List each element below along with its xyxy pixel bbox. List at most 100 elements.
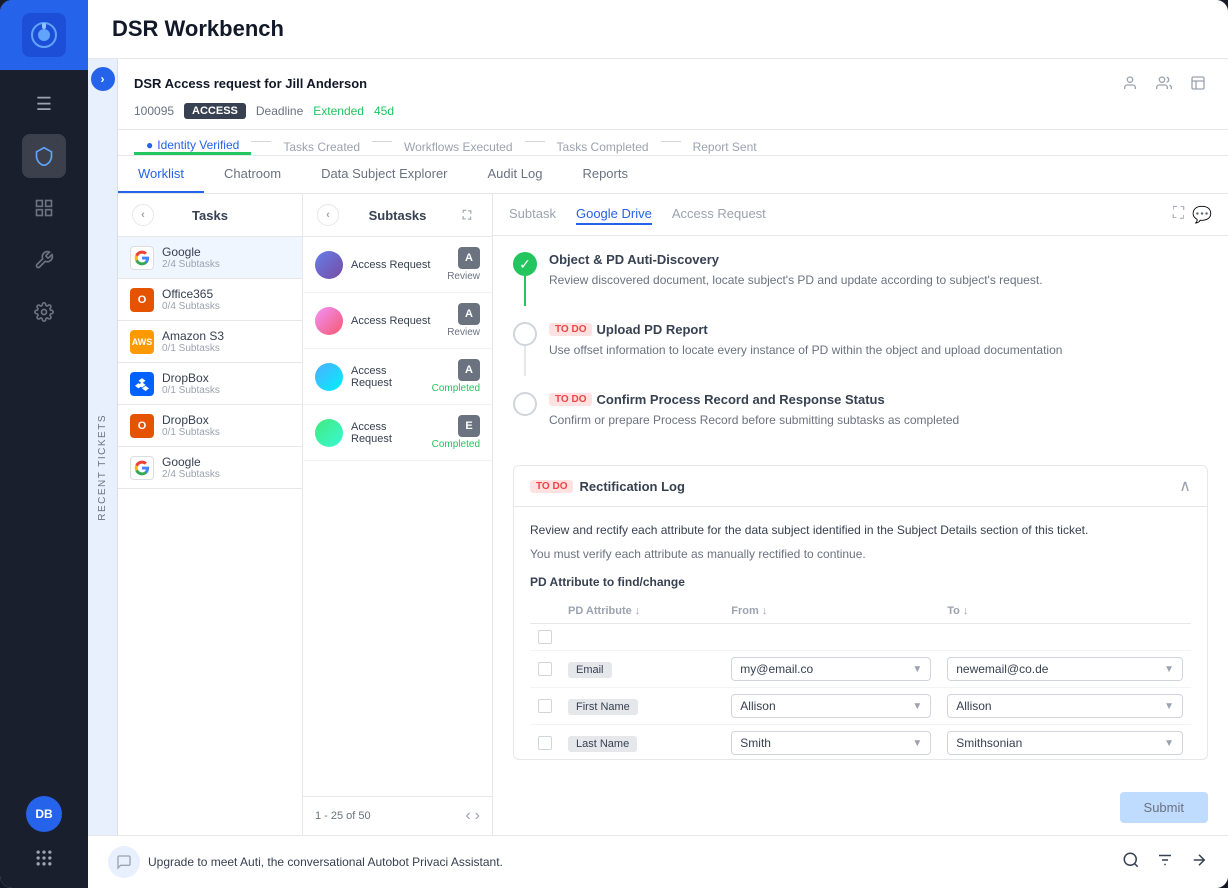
progress-tab-completed[interactable]: Tasks Completed bbox=[545, 132, 661, 154]
row3-checkbox[interactable] bbox=[538, 736, 552, 750]
ticket-header-actions bbox=[1116, 69, 1212, 97]
progress-tab-created[interactable]: Tasks Created bbox=[271, 132, 372, 154]
task-sub-dropbox-1: 0/1 Subtasks bbox=[162, 385, 220, 396]
filter-bottom-icon[interactable] bbox=[1156, 851, 1174, 874]
task-list: Google 2/4 Subtasks O bbox=[118, 237, 302, 835]
verified-dot: ● bbox=[146, 138, 153, 152]
row3-from-select[interactable]: Smith ▼ bbox=[731, 731, 931, 755]
task-item-google-1[interactable]: Google 2/4 Subtasks bbox=[118, 237, 302, 279]
subtask-name-4: Access Request bbox=[351, 421, 424, 445]
task-item-dropbox-2[interactable]: O DropBox 0/1 Subtasks bbox=[118, 405, 302, 447]
document-icon-btn[interactable] bbox=[1184, 69, 1212, 97]
comment-detail-icon[interactable]: 💬 bbox=[1192, 205, 1212, 225]
row1-from-select[interactable]: my@email.co ▼ bbox=[731, 657, 931, 681]
row3-to-select[interactable]: Smithsonian ▼ bbox=[947, 731, 1183, 755]
task-detail-item-1: ✓ Object & PD Auti-Discovery Review disc… bbox=[513, 252, 1208, 306]
subtask-item-3[interactable]: Access Request A Completed bbox=[303, 349, 492, 405]
task-detail-section: ✓ Object & PD Auti-Discovery Review disc… bbox=[493, 236, 1228, 465]
row2-from-select[interactable]: Allison ▼ bbox=[731, 694, 931, 718]
task-detail-item-3: TO DO Confirm Process Record and Respons… bbox=[513, 392, 1208, 429]
deadline-status: Extended bbox=[313, 104, 364, 118]
expand-tickets-btn[interactable]: › bbox=[91, 67, 115, 91]
col-from: From ↓ bbox=[723, 599, 939, 624]
task-detail-content-3: TO DO Confirm Process Record and Respons… bbox=[549, 392, 959, 429]
tasks-header: ‹ Tasks bbox=[118, 194, 302, 237]
collapse-rectification-btn[interactable]: ∧ bbox=[1179, 476, 1191, 496]
subtasks-prev-btn[interactable]: ‹ bbox=[465, 807, 470, 825]
rectification-desc: Review and rectify each attribute for th… bbox=[530, 521, 1191, 539]
submit-button[interactable]: Submit bbox=[1120, 792, 1208, 823]
tab-chatroom[interactable]: Chatroom bbox=[204, 156, 301, 193]
row2-checkbox[interactable] bbox=[538, 699, 552, 713]
sidebar-item-tools[interactable] bbox=[22, 238, 66, 282]
bottom-bar: Upgrade to meet Auti, the conversational… bbox=[88, 835, 1228, 888]
subtasks-next-btn[interactable]: › bbox=[475, 807, 480, 825]
row3-attr: Last Name bbox=[560, 725, 723, 761]
sidebar-item-dashboard[interactable] bbox=[22, 186, 66, 230]
users-icon-btn[interactable] bbox=[1150, 69, 1178, 97]
subtask-status-2: Review bbox=[447, 327, 480, 338]
person-icon-btn[interactable] bbox=[1116, 69, 1144, 97]
google-icon-2 bbox=[130, 456, 154, 480]
task-item-office[interactable]: O Office365 0/4 Subtasks bbox=[118, 279, 302, 321]
aws-icon: AWS bbox=[130, 330, 154, 354]
detail-tab-subtask[interactable]: Subtask bbox=[509, 204, 556, 225]
subtasks-nav-back[interactable]: ‹ bbox=[317, 204, 339, 226]
subtask-item-2[interactable]: Access Request A Review bbox=[303, 293, 492, 349]
sidebar-nav: ☰ bbox=[22, 70, 66, 784]
row1-to-select[interactable]: newemail@co.de ▼ bbox=[947, 657, 1183, 681]
subtask-item-1[interactable]: Access Request A Review bbox=[303, 237, 492, 293]
task-item-google-2[interactable]: Google 2/4 Subtasks bbox=[118, 447, 302, 489]
subtask-badge-2: A bbox=[458, 303, 480, 325]
task-item-aws[interactable]: AWS Amazon S3 0/1 Subtasks bbox=[118, 321, 302, 363]
progress-tab-workflows[interactable]: Workflows Executed bbox=[392, 132, 525, 154]
header-attr-cell bbox=[560, 624, 723, 651]
sidebar-item-settings[interactable] bbox=[22, 290, 66, 334]
row1-to-arrow: ▼ bbox=[1164, 664, 1174, 675]
rectification-title-row: TO DO Rectification Log bbox=[530, 479, 685, 494]
detail-header: Subtask Google Drive Access Request ⛶ 💬 bbox=[493, 194, 1228, 236]
row1-from-arrow: ▼ bbox=[912, 664, 922, 675]
fullscreen-detail-icon[interactable]: ⛶ bbox=[1173, 205, 1184, 225]
row1-to: newemail@co.de ▼ bbox=[939, 651, 1191, 688]
subtask-list: Access Request A Review bbox=[303, 237, 492, 796]
fullscreen-icon[interactable]: ⛶ bbox=[456, 204, 478, 226]
row1-check bbox=[530, 651, 560, 688]
apps-icon[interactable] bbox=[26, 840, 62, 876]
tab-audit-log[interactable]: Audit Log bbox=[468, 156, 563, 193]
task-info-google-2: Google 2/4 Subtasks bbox=[162, 455, 220, 480]
progress-tab-sent[interactable]: Report Sent bbox=[681, 132, 769, 154]
row3-to-arrow: ▼ bbox=[1164, 738, 1174, 749]
subtask-right-2: A Review bbox=[447, 303, 480, 338]
tab-worklist[interactable]: Worklist bbox=[118, 156, 204, 193]
row3-check bbox=[530, 725, 560, 761]
task-detail-item-2: TO DO Upload PD Report Use offset inform… bbox=[513, 322, 1208, 376]
row2-attr: First Name bbox=[560, 688, 723, 725]
subtask-avatar-3 bbox=[315, 363, 343, 391]
tab-reports[interactable]: Reports bbox=[562, 156, 648, 193]
progress-tab-verified[interactable]: ● Identity Verified bbox=[134, 130, 251, 155]
arrow-bottom-icon[interactable] bbox=[1190, 851, 1208, 874]
header-checkbox[interactable] bbox=[538, 630, 552, 644]
row2-from: Allison ▼ bbox=[723, 688, 939, 725]
bottom-left: Upgrade to meet Auti, the conversational… bbox=[108, 846, 503, 878]
task-item-dropbox-1[interactable]: DropBox 0/1 Subtasks bbox=[118, 363, 302, 405]
sidebar-item-shield[interactable] bbox=[22, 134, 66, 178]
office-icon-2: O bbox=[130, 414, 154, 438]
detail-tab-google[interactable]: Google Drive bbox=[576, 204, 652, 225]
subtask-item-4[interactable]: Access Request E Completed bbox=[303, 405, 492, 461]
check-circle-empty-3 bbox=[513, 392, 537, 416]
tab-data-subject[interactable]: Data Subject Explorer bbox=[301, 156, 467, 193]
user-avatar[interactable]: DB bbox=[26, 796, 62, 832]
recent-tickets-tab[interactable]: › RECENT TICKETS bbox=[88, 59, 118, 835]
row3-from: Smith ▼ bbox=[723, 725, 939, 761]
menu-button[interactable]: ☰ bbox=[22, 82, 66, 126]
tasks-nav-back[interactable]: ‹ bbox=[132, 204, 154, 226]
detail-tab-access[interactable]: Access Request bbox=[672, 204, 766, 225]
detail-panel: Subtask Google Drive Access Request ⛶ 💬 bbox=[493, 194, 1228, 835]
row2-to: Allison ▼ bbox=[939, 688, 1191, 725]
row3-from-arrow: ▼ bbox=[912, 738, 922, 749]
row2-to-select[interactable]: Allison ▼ bbox=[947, 694, 1183, 718]
search-bottom-icon[interactable] bbox=[1122, 851, 1140, 874]
row1-checkbox[interactable] bbox=[538, 662, 552, 676]
